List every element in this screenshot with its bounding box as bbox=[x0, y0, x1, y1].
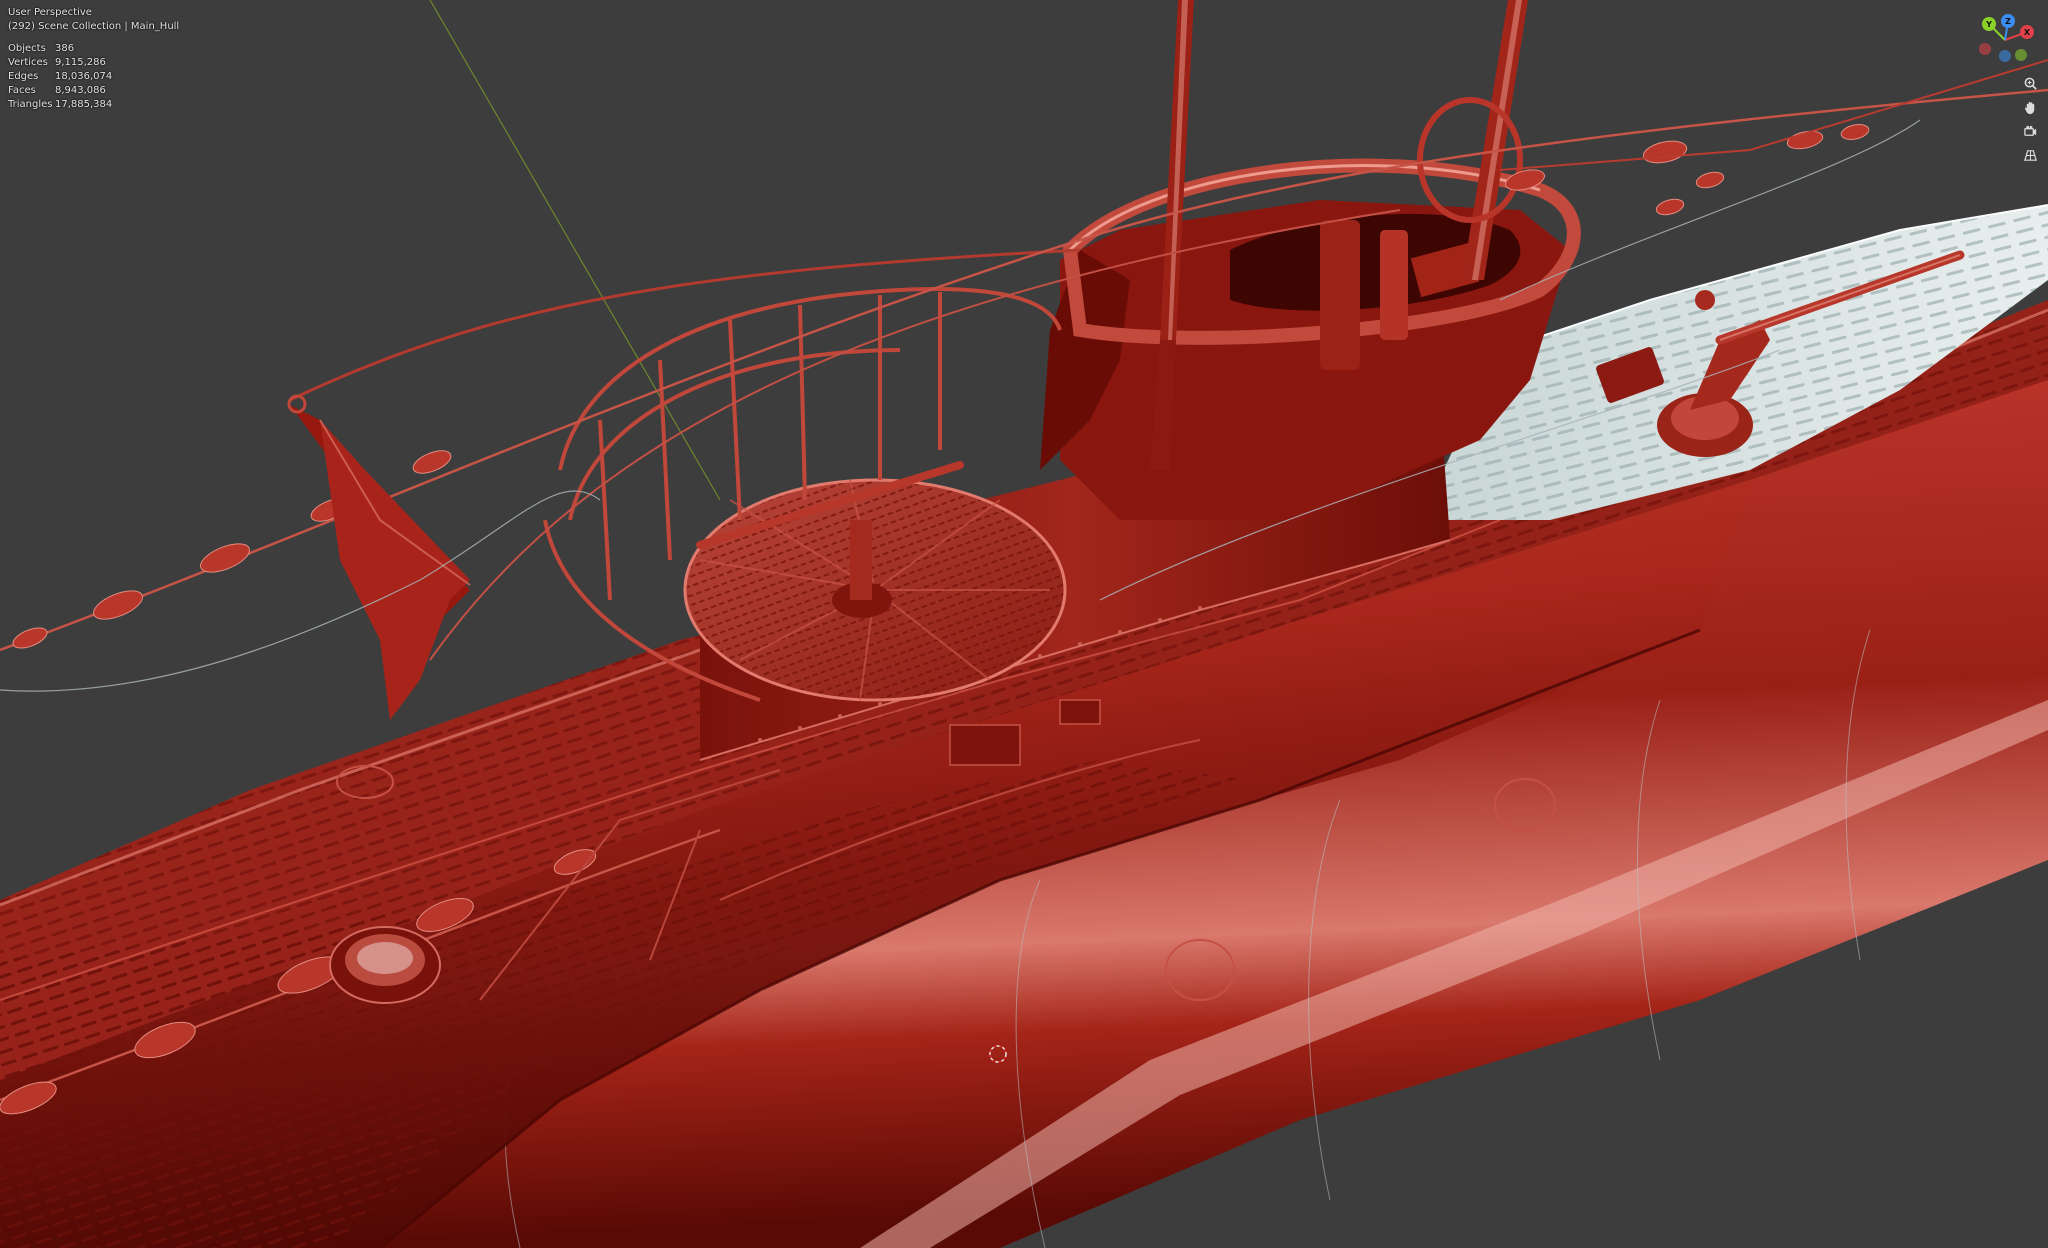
stat-row-edges: Edges 18,036,074 bbox=[8, 70, 179, 84]
stat-row-objects: Objects 386 bbox=[8, 42, 179, 56]
navigation-gizmo[interactable]: X Y Z bbox=[1975, 10, 2039, 70]
scene-statistics: Objects 386 Vertices 9,115,286 Edges 18,… bbox=[8, 42, 179, 112]
camera-view-button[interactable] bbox=[2019, 121, 2041, 141]
submarine-render bbox=[0, 0, 2048, 1248]
stat-value: 386 bbox=[55, 43, 75, 54]
gizmo-z-axis[interactable]: Z bbox=[2001, 14, 2015, 28]
stat-label: Objects bbox=[8, 43, 46, 54]
grid-icon bbox=[2023, 149, 2037, 161]
pan-button[interactable] bbox=[2019, 97, 2041, 117]
3d-viewport[interactable] bbox=[0, 0, 2048, 1248]
zoom-button[interactable] bbox=[2019, 73, 2041, 93]
magnifier-icon bbox=[2024, 77, 2037, 90]
stat-label: Vertices bbox=[8, 57, 48, 68]
hand-icon bbox=[2024, 101, 2034, 114]
stat-label: Faces bbox=[8, 85, 36, 96]
stat-row-vertices: Vertices 9,115,286 bbox=[8, 56, 179, 70]
stat-row-triangles: Triangles 17,885,384 bbox=[8, 98, 179, 112]
stat-value: 8,943,086 bbox=[55, 85, 106, 96]
view-name: User Perspective bbox=[8, 7, 92, 18]
gizmo-neg-x-axis[interactable] bbox=[1979, 43, 1991, 55]
stat-value: 18,036,074 bbox=[55, 71, 113, 82]
viewport-info-overlay: User Perspective (292) Scene Collection … bbox=[8, 6, 179, 112]
navigation-tools bbox=[2019, 73, 2041, 165]
gizmo-x-axis[interactable]: X bbox=[2020, 25, 2034, 39]
gizmo-y-axis[interactable]: Y bbox=[1982, 17, 1996, 31]
stat-value: 17,885,384 bbox=[55, 99, 113, 110]
collection-line: (292) Scene Collection | Main_Hull bbox=[8, 21, 180, 32]
gizmo-neg-z-axis[interactable] bbox=[1999, 50, 2011, 62]
stat-label: Edges bbox=[8, 71, 39, 82]
camera-icon bbox=[2023, 125, 2036, 136]
gizmo-neg-y-axis[interactable] bbox=[2015, 49, 2027, 61]
projection-toggle-button[interactable] bbox=[2019, 145, 2041, 165]
stat-value: 9,115,286 bbox=[55, 57, 106, 68]
stat-label: Triangles bbox=[8, 99, 53, 110]
deck-hatch bbox=[329, 926, 441, 1004]
stat-row-faces: Faces 8,943,086 bbox=[8, 84, 179, 98]
